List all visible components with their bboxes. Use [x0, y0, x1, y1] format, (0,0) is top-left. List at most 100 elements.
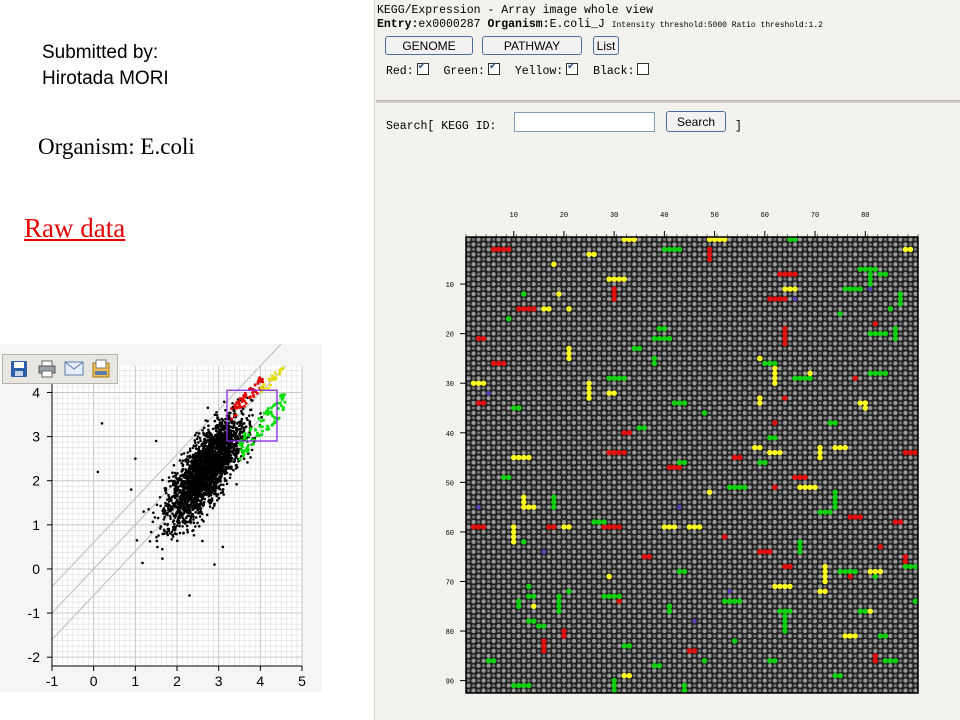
data-point	[181, 507, 184, 511]
data-point	[222, 470, 226, 474]
data-point	[167, 493, 170, 497]
green-spot	[676, 246, 683, 253]
red-spot	[541, 638, 547, 644]
green-spot	[656, 335, 663, 342]
data-point	[196, 435, 200, 438]
data-point	[181, 504, 184, 507]
data-point	[188, 454, 191, 458]
green-point	[257, 417, 261, 421]
save-icon[interactable]	[11, 361, 27, 377]
data-point	[179, 484, 182, 488]
filter-red-checkbox[interactable]	[416, 61, 429, 75]
color-filters: Red: Green: Yellow: Black:	[386, 61, 657, 78]
data-point	[195, 467, 198, 471]
red-spot	[616, 598, 622, 605]
data-point	[221, 487, 225, 491]
green-spot	[731, 638, 738, 644]
y-tick-label: 0	[32, 561, 40, 577]
data-point	[176, 506, 180, 510]
y-tick-label: 2	[32, 473, 40, 489]
outlier-point	[134, 457, 137, 460]
data-point	[171, 471, 174, 474]
export-icon[interactable]	[92, 359, 110, 378]
data-point	[156, 545, 159, 549]
data-point	[186, 505, 190, 509]
filter-yellow-checkbox[interactable]	[566, 61, 579, 75]
data-point	[149, 530, 153, 534]
data-point	[168, 515, 172, 518]
green-spot	[701, 410, 708, 416]
red-spot	[626, 430, 632, 436]
red-point	[239, 405, 243, 409]
red-spot	[772, 484, 778, 491]
yellow-spot	[586, 251, 592, 258]
yellow-spot	[822, 568, 828, 575]
data-point	[239, 428, 243, 431]
green-spot	[877, 633, 884, 639]
green-spot	[611, 682, 617, 689]
submitted-by-text: Submitted by: Hirotada MORI	[42, 40, 169, 92]
yellow-point	[278, 372, 282, 376]
red-spot	[500, 246, 507, 253]
array-image[interactable]: 10 20 30 40 50 60 70 80 10 20 30 40 50 60 70 80 90	[374, 200, 960, 710]
data-point	[215, 411, 218, 414]
red-spot	[767, 548, 773, 555]
submitted-label: Submitted by:	[42, 42, 159, 63]
filter-green-checkbox[interactable]	[487, 61, 500, 75]
data-point	[194, 516, 198, 519]
yellow-spot	[480, 380, 487, 386]
green-spot	[636, 345, 643, 352]
green-spot	[556, 593, 562, 600]
red-point	[259, 378, 263, 382]
data-point	[175, 493, 179, 497]
data-point	[161, 547, 164, 551]
yellow-point	[261, 383, 265, 387]
yellow-spot	[606, 573, 612, 580]
green-spot	[661, 246, 668, 253]
data-point	[233, 421, 236, 424]
green-spot	[852, 286, 858, 292]
green-spot	[601, 593, 607, 600]
entry-label: Entry:	[377, 18, 419, 31]
raw-data-link[interactable]: Raw data	[24, 213, 125, 244]
red-spot	[772, 420, 778, 426]
yellow-spot	[531, 504, 537, 510]
search-button[interactable]: Search	[666, 111, 726, 132]
data-point	[174, 473, 178, 476]
yellow-spot	[782, 286, 788, 292]
red-point	[235, 400, 239, 404]
data-point	[217, 439, 221, 442]
data-point	[206, 406, 210, 410]
yellow-spot	[586, 390, 592, 396]
data-point	[232, 431, 236, 435]
data-point	[198, 454, 202, 458]
data-point	[220, 417, 224, 421]
red-point	[252, 394, 256, 398]
data-point	[155, 539, 159, 543]
data-point	[227, 412, 231, 415]
print-icon[interactable]	[38, 360, 56, 378]
green-spot	[485, 658, 492, 664]
mail-icon[interactable]	[64, 361, 84, 376]
pathway-button[interactable]: PATHWAY	[482, 36, 582, 55]
red-spot	[872, 658, 879, 664]
list-button[interactable]: List	[593, 36, 619, 55]
data-point	[180, 498, 184, 501]
data-point	[205, 464, 209, 468]
red-spot	[892, 519, 899, 525]
green-spot	[872, 330, 879, 337]
data-point	[210, 474, 214, 477]
array-col-label: 10	[510, 212, 518, 220]
data-point	[224, 408, 227, 412]
kegg-id-search-input[interactable]	[514, 112, 655, 132]
data-point	[212, 492, 216, 496]
filter-black-checkbox[interactable]	[637, 63, 650, 75]
green-spot	[666, 246, 673, 253]
genome-button[interactable]: GENOME	[385, 36, 473, 55]
data-point	[174, 503, 177, 507]
green-spot	[847, 286, 853, 292]
data-point	[173, 496, 177, 500]
data-point	[198, 461, 201, 464]
x-tick-label: 2	[173, 673, 181, 689]
red-spot	[782, 335, 788, 342]
